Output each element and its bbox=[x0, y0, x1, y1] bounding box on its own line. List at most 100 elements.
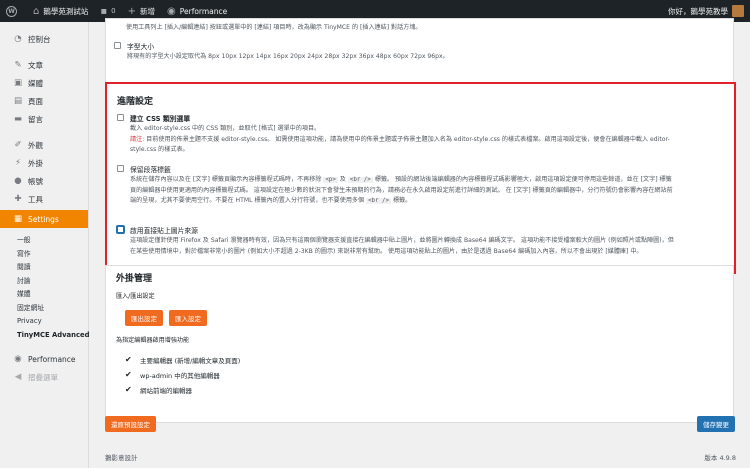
desc-line: 載入 editor-style.css 中的 CSS 類別，並取代 [格式] 選… bbox=[130, 125, 321, 132]
pin-icon: ✎ bbox=[14, 60, 22, 70]
desc-line: 端的呈現，尤其不要使用空行。不要在 HTML 標籤內的置入分行符號，也不要使用多… bbox=[130, 196, 732, 207]
css-classes-option: 建立 CSS 類別選單 bbox=[117, 113, 190, 123]
menu-comments[interactable]: ▬ 留言 bbox=[0, 110, 88, 128]
menu-label: Performance bbox=[28, 354, 76, 364]
wp-logo-menu[interactable]: W bbox=[0, 0, 27, 22]
submenu-writing[interactable]: 寫作 bbox=[0, 248, 88, 262]
menu-label: 工具 bbox=[28, 194, 43, 204]
comment-bubble-icon: ▪ bbox=[100, 5, 108, 17]
home-icon: ⌂ bbox=[33, 5, 40, 17]
menu-performance[interactable]: ◉ Performance bbox=[0, 350, 88, 368]
paste-images-title: 啟用直接貼上圖片來源 bbox=[130, 227, 198, 235]
desc-text: 標籤。 bbox=[391, 197, 412, 204]
submenu-general[interactable]: 一般 bbox=[0, 234, 88, 248]
menu-label: 媒體 bbox=[28, 78, 43, 88]
advanced-title: 進階設定 bbox=[117, 97, 154, 107]
desc-text: 標籤。 預設的網站後端編輯器的內容標籤程式碼影響極大，啟用這項設定便可停用這些餘… bbox=[372, 176, 672, 183]
import-settings-button[interactable]: 匯入設定 bbox=[169, 310, 207, 326]
check-label: 網站前端的編輯器 bbox=[140, 386, 192, 395]
desc-line: 系統在儲存內容以及在 [文字] 標籤頁顯示內容標籤程式碼時，不再移除 <p> 及… bbox=[130, 175, 732, 186]
plugin-icon: ⚡ bbox=[15, 158, 21, 168]
menu-tools[interactable]: ✚ 工具 bbox=[0, 190, 88, 208]
submenu-tinymce-advanced[interactable]: TinyMCE Advanced bbox=[0, 329, 89, 343]
media-icon: ▣ bbox=[13, 78, 23, 88]
menu-media[interactable]: ▣ 媒體 bbox=[0, 74, 88, 92]
link-dialog-desc: 使用工具列上 [插入/編輯連結] 按鈕或選單中的 [連結] 項目時，改為顯示 T… bbox=[126, 24, 422, 31]
css-classes-title: 建立 CSS 類別選單 bbox=[130, 115, 191, 123]
check-frontend-editors[interactable]: ✔ 網站前端的編輯器 bbox=[125, 382, 240, 397]
brush-icon: ✐ bbox=[14, 140, 22, 150]
desc-line: style.css 的樣式表。 bbox=[130, 146, 189, 153]
dashboard-icon: ◔ bbox=[14, 34, 22, 44]
css-classes-desc: 載入 editor-style.css 中的 CSS 類別，並取代 [格式] 選… bbox=[130, 124, 730, 156]
checkmark-icon: ✔ bbox=[125, 385, 132, 394]
code-br: <br /> bbox=[347, 177, 373, 183]
paste-images-desc: 這項設定僅針使用 Firefox 及 Safari 瀏覽器時有效，因為只有這兩個… bbox=[130, 236, 732, 257]
desc-line: 這項設定僅針使用 Firefox 及 Safari 瀏覽器時有效，因為只有這兩個… bbox=[130, 237, 674, 244]
menu-posts[interactable]: ✎ 文章 bbox=[0, 56, 88, 74]
plugin-management-card: 外掛管理 匯入/匯出設定 匯出設定 匯入設定 為指定編輯器啟用增強功能 ✔ 主要編… bbox=[105, 265, 734, 423]
submenu-privacy[interactable]: Privacy bbox=[0, 315, 88, 329]
checkmark-icon: ✔ bbox=[125, 355, 132, 364]
user-icon: ● bbox=[14, 176, 22, 186]
collapse-menu[interactable]: ◀ 摺疊選單 bbox=[0, 368, 88, 386]
check-main-editor[interactable]: ✔ 主要編輯器 (新增/編輯文章及頁面) bbox=[125, 352, 240, 367]
admin-sidebar: ◔ 控制台 ✎ 文章 ▣ 媒體 ▤ 頁面 ▬ 留言 ✐ 外觀 ⚡ 外掛 ● 帳號 ✚ 工具 ▦ Se… bbox=[0, 22, 89, 468]
keep-paragraphs-checkbox[interactable] bbox=[117, 165, 124, 172]
desc-line: 頁的編輯器中使用更適用的內容標籤程式碼。 這項設定在極少數的狀況下會發生未預期的… bbox=[130, 186, 673, 194]
import-export-label: 匯入/匯出設定 bbox=[116, 293, 155, 300]
menu-label: 外掛 bbox=[28, 158, 43, 168]
footer-version: 版本 4.9.8 bbox=[704, 454, 736, 462]
desc-line: 在某些使用情境中，對於檔案非常小的圖片 (例如大小不超過 2-3KB 的圖示) … bbox=[130, 247, 643, 255]
enable-editors-label: 為指定編輯器啟用增強功能 bbox=[116, 337, 190, 344]
submenu-discussion[interactable]: 討論 bbox=[0, 275, 88, 289]
keep-paragraphs-option: 保留段落標籤 bbox=[117, 164, 171, 174]
desc-text: 端的呈現，尤其不要使用空行。不要在 HTML 標籤內的置入分行符號，也不要使用多… bbox=[130, 197, 367, 204]
checkmark-icon: ✔ bbox=[125, 370, 132, 379]
menu-pages[interactable]: ▤ 頁面 bbox=[0, 92, 88, 110]
new-label: 新增 bbox=[140, 6, 155, 16]
menu-label: 帳號 bbox=[28, 176, 43, 186]
font-size-checkbox[interactable] bbox=[114, 42, 121, 49]
editor-checks: ✔ 主要編輯器 (新增/編輯文章及頁面) ✔ wp-admin 中的其他編輯器 ✔ 網… bbox=[125, 352, 240, 397]
font-size-desc: 將現有的字型大小設定取代為 8px 10px 12px 14px 16px 20… bbox=[127, 53, 449, 60]
desc-line: 請注: 目前使用的佈景主題不支援 editor-style.css。 如需使用這… bbox=[130, 135, 730, 146]
footer-credit: 鵝影意設計 bbox=[105, 454, 138, 462]
menu-label: 留言 bbox=[28, 114, 43, 124]
menu-plugins[interactable]: ⚡ 外掛 bbox=[0, 154, 88, 172]
plugin-management-title: 外掛管理 bbox=[116, 274, 153, 284]
paste-images-checkbox[interactable] bbox=[117, 226, 124, 233]
menu-dashboard[interactable]: ◔ 控制台 bbox=[0, 30, 88, 48]
desc-text: 及 bbox=[337, 176, 348, 183]
menu-label: 摺疊選單 bbox=[28, 372, 58, 382]
export-settings-button[interactable]: 匯出設定 bbox=[125, 310, 163, 326]
note-label: 請注: bbox=[130, 135, 145, 143]
keep-paragraphs-title: 保留段落標籤 bbox=[130, 166, 171, 174]
css-classes-checkbox[interactable] bbox=[117, 114, 124, 121]
settings-icon: ▦ bbox=[13, 214, 23, 224]
code-p: <p> bbox=[323, 177, 338, 183]
submenu-reading[interactable]: 閱讀 bbox=[0, 261, 88, 275]
menu-label: Settings bbox=[28, 214, 59, 224]
menu-users[interactable]: ● 帳號 bbox=[0, 172, 88, 190]
plus-icon: + bbox=[127, 5, 136, 17]
submenu-permalinks[interactable]: 固定網址 bbox=[0, 302, 88, 316]
site-name: 鵝學苑測試站 bbox=[43, 6, 89, 16]
advanced-settings-card: 進階設定 建立 CSS 類別選單 載入 editor-style.css 中的 … bbox=[105, 82, 736, 274]
site-name-link[interactable]: ⌂ 鵝學苑測試站 bbox=[27, 0, 94, 22]
check-label: wp-admin 中的其他編輯器 bbox=[140, 371, 220, 380]
save-changes-button[interactable]: 儲存變更 bbox=[697, 416, 735, 432]
menu-settings[interactable]: ▦ Settings bbox=[0, 210, 88, 228]
menu-label: 文章 bbox=[28, 60, 43, 70]
submenu-media[interactable]: 媒體 bbox=[0, 288, 88, 302]
restore-defaults-button[interactable]: 還原預設設定 bbox=[105, 416, 156, 432]
desc-text: 系統在儲存內容以及在 [文字] 標籤頁顯示內容標籤程式碼時，不再移除 bbox=[130, 176, 324, 183]
my-account-menu[interactable]: 你好，鵝學苑教學 bbox=[668, 5, 750, 17]
menu-label: 外觀 bbox=[28, 140, 43, 150]
comment-icon: ▬ bbox=[13, 114, 23, 124]
check-wp-admin-editors[interactable]: ✔ wp-admin 中的其他編輯器 bbox=[125, 367, 240, 382]
menu-appearance[interactable]: ✐ 外觀 bbox=[0, 136, 88, 154]
keep-paragraphs-desc: 系統在儲存內容以及在 [文字] 標籤頁顯示內容標籤程式碼時，不再移除 <p> 及… bbox=[130, 175, 732, 207]
check-label: 主要編輯器 (新增/編輯文章及頁面) bbox=[140, 356, 241, 365]
avatar bbox=[732, 5, 744, 17]
